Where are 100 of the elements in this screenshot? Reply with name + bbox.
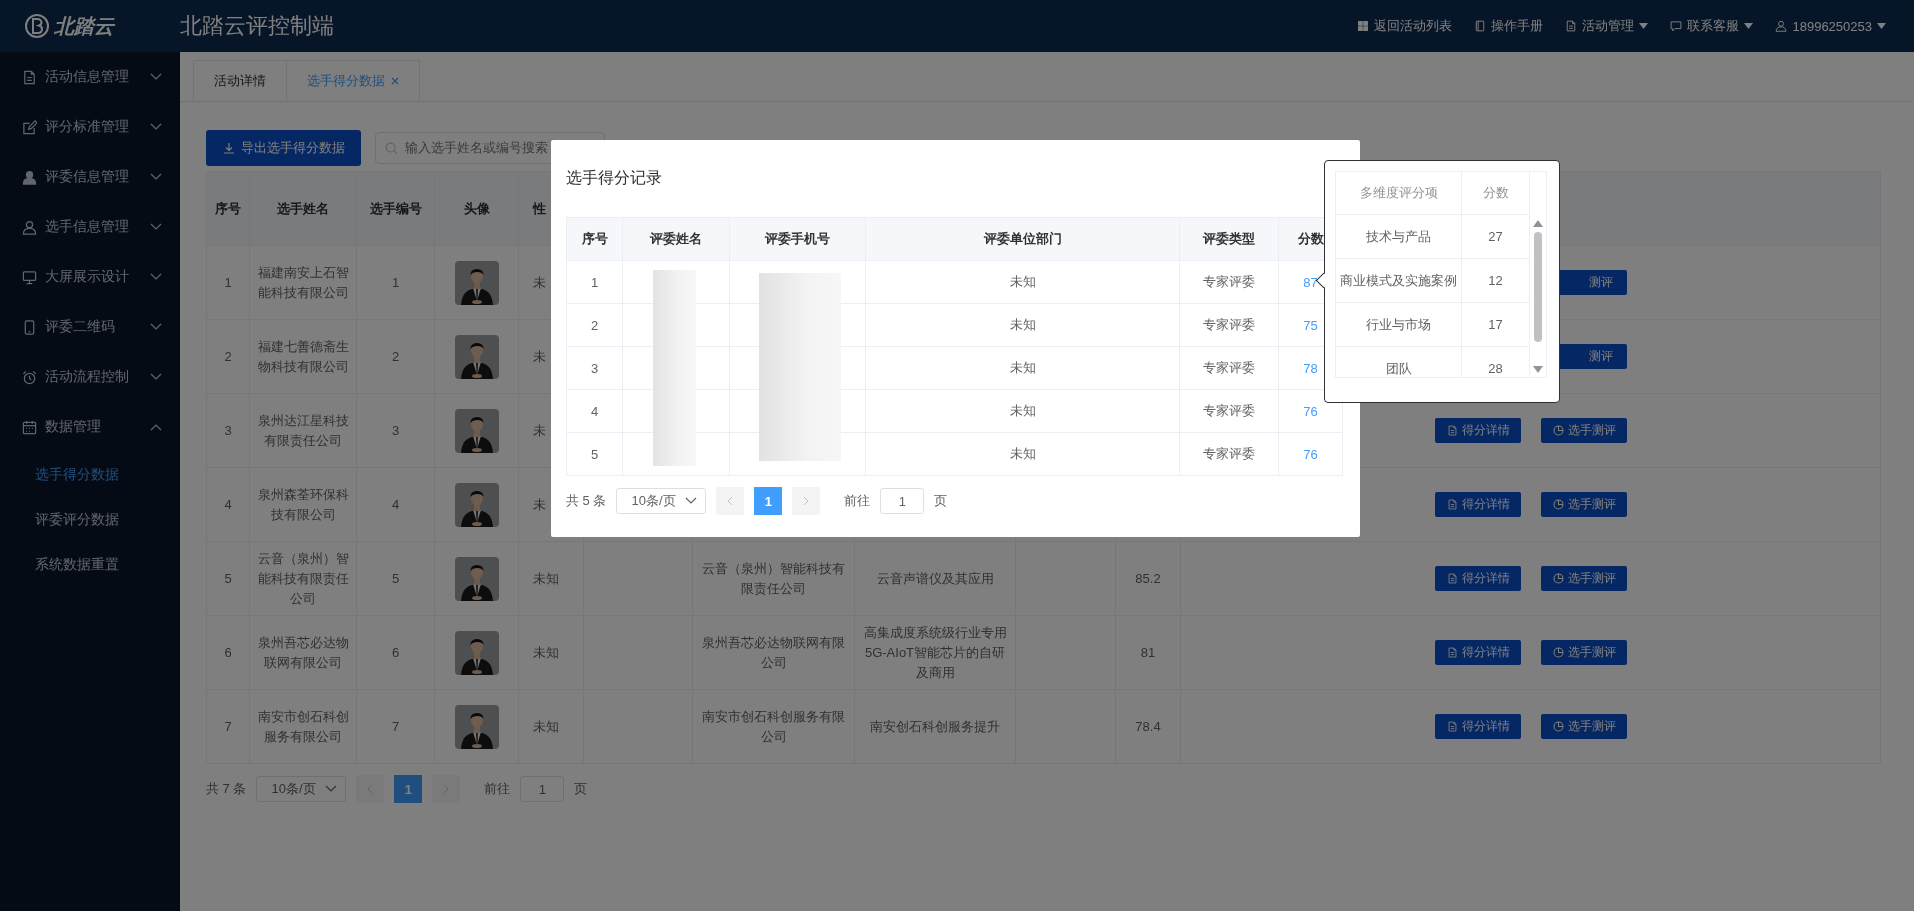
- table-cell: 6: [357, 616, 435, 690]
- table-cell: 2: [207, 320, 250, 394]
- tab[interactable]: 活动详情: [193, 60, 287, 101]
- table-cell: 4: [567, 390, 623, 433]
- total-count: 共 7 条: [206, 780, 247, 798]
- search-field[interactable]: 输入选手姓名或编号搜索: [375, 131, 605, 164]
- score-detail-button[interactable]: 得分详情: [1435, 640, 1521, 665]
- score-link[interactable]: 76: [1303, 403, 1318, 419]
- score-detail-button[interactable]: 得分详情: [1435, 418, 1521, 443]
- table-cell: 3: [567, 347, 623, 390]
- table-cell: 未知: [866, 347, 1180, 390]
- table-cell: 12: [1462, 259, 1530, 303]
- table-cell: 未知: [519, 542, 584, 616]
- score-link[interactable]: 87: [1303, 274, 1318, 290]
- table-cell: 福建七善德斋生物科技有限公司: [250, 320, 357, 394]
- score-link[interactable]: 76: [1303, 446, 1318, 462]
- table-cell: 3: [207, 394, 250, 468]
- tab[interactable]: 选手得分数据: [286, 60, 420, 101]
- score-detail-button[interactable]: 得分详情: [1435, 566, 1521, 591]
- nav-link[interactable]: 活动管理: [1565, 17, 1649, 35]
- sidebar-subitem[interactable]: 系统数据重置: [0, 542, 180, 587]
- page-size-select[interactable]: 10条/页: [256, 776, 347, 802]
- table-cell: 高集成度系统级行业专用5G-AIoT智能芯片的自研及商用: [855, 616, 1016, 690]
- table-cell: 27: [1462, 215, 1530, 259]
- table-cell: 南安创石科创服务提升: [855, 690, 1016, 764]
- table-cell: 2: [357, 320, 435, 394]
- column-header: 选手编号: [357, 172, 435, 246]
- sidebar-item[interactable]: 活动信息管理: [0, 52, 180, 102]
- sidebar-item[interactable]: 活动流程控制: [0, 352, 180, 402]
- column-header: 评委单位部门: [866, 218, 1180, 261]
- evaluate-button[interactable]: 选手测评: [1541, 566, 1627, 591]
- table-cell: 专家评委: [1180, 433, 1279, 476]
- table-cell: 南安市创石科创服务有限公司: [693, 690, 855, 764]
- table-cell: 泉州吾芯必达物联网有限公司: [250, 616, 357, 690]
- table-cell: 28: [1462, 347, 1530, 377]
- table-cell: 7: [207, 690, 250, 764]
- table-cell: 专家评委: [1180, 347, 1279, 390]
- table-cell: 福建南安上石智能科技有限公司: [250, 246, 357, 320]
- evaluate-button[interactable]: 选手测评: [1541, 492, 1627, 517]
- goto-page-field[interactable]: 1: [520, 776, 565, 802]
- table-cell: 未知: [866, 261, 1180, 304]
- table-cell: 81: [1116, 616, 1181, 690]
- sidebar-item[interactable]: 评委信息管理: [0, 152, 180, 202]
- sidebar-subitem[interactable]: 评委评分数据: [0, 497, 180, 542]
- sidebar-subitem[interactable]: 选手得分数据: [0, 452, 180, 497]
- sidebar-item[interactable]: 数据管理: [0, 402, 180, 452]
- table-cell: 6: [207, 616, 250, 690]
- table-cell: 团队: [1336, 347, 1462, 377]
- column-header: 多维度评分项: [1336, 172, 1462, 215]
- column-header: 序号: [567, 218, 623, 261]
- table-cell: 南安市创石科创服务有限公司: [250, 690, 357, 764]
- sidebar-item[interactable]: 选手信息管理: [0, 202, 180, 252]
- table-cell: 3: [357, 394, 435, 468]
- score-link[interactable]: 78: [1303, 360, 1318, 376]
- score-detail-button[interactable]: 得分详情: [1435, 714, 1521, 739]
- column-header: 头像: [435, 172, 519, 246]
- table-cell: 2: [567, 304, 623, 347]
- table-cell: 未知: [866, 304, 1180, 347]
- table-cell: 泉州森荃环保科技有限公司: [250, 468, 357, 542]
- table-cell: 5: [357, 542, 435, 616]
- table-cell: 1: [567, 261, 623, 304]
- nav-link[interactable]: 操作手册: [1474, 17, 1544, 35]
- export-button[interactable]: 导出选手得分数据: [206, 129, 361, 166]
- logo-text: 北踏云: [54, 13, 114, 39]
- nav-link[interactable]: 返回活动列表: [1357, 17, 1453, 35]
- table-cell: 泉州吾芯必达物联网有限公司: [693, 616, 855, 690]
- column-header: 分数: [1462, 172, 1530, 215]
- nav-link[interactable]: 18996250253: [1775, 17, 1886, 35]
- evaluate-button[interactable]: 选手测评: [1541, 714, 1627, 739]
- table-cell: 5: [207, 542, 250, 616]
- nav-link[interactable]: 联系客服: [1670, 17, 1754, 35]
- score-link[interactable]: 75: [1303, 317, 1318, 333]
- sidebar-item[interactable]: 大屏展示设计: [0, 252, 180, 302]
- table-cell: 4: [357, 468, 435, 542]
- table-cell: 云音（泉州）智能科技有限责任公司: [693, 542, 855, 616]
- sidebar-item[interactable]: 评分标准管理: [0, 102, 180, 152]
- page-suffix: 页: [574, 780, 588, 798]
- table-cell: 17: [1462, 303, 1530, 347]
- table-cell: 78.4: [1116, 690, 1181, 764]
- table-cell: 技术与产品: [1336, 215, 1462, 259]
- sidebar-item[interactable]: 评委二维码: [0, 302, 180, 352]
- table-cell: 7: [357, 690, 435, 764]
- table-cell: 云音声谱仪及其应用: [855, 542, 1016, 616]
- app-title: 北踏云评控制端: [180, 12, 334, 40]
- table-cell: 专家评委: [1180, 390, 1279, 433]
- score-detail-button[interactable]: 得分详情: [1435, 492, 1521, 517]
- page-size-select[interactable]: 10条/页: [616, 488, 707, 514]
- column-header: 评委手机号: [730, 218, 866, 261]
- page-number[interactable]: 1: [394, 775, 423, 803]
- goto-page-field[interactable]: 1: [880, 488, 925, 514]
- table-cell: 4: [207, 468, 250, 542]
- table-cell: 专家评委: [1180, 261, 1279, 304]
- evaluate-button[interactable]: 选手测评: [1541, 640, 1627, 665]
- page-number[interactable]: 1: [754, 487, 783, 515]
- table-cell: 云音（泉州）智能科技有限责任公司: [250, 542, 357, 616]
- table-cell: 85.2: [1116, 542, 1181, 616]
- table-cell: 5: [567, 433, 623, 476]
- evaluate-button[interactable]: 选手测评: [1541, 418, 1627, 443]
- table-cell: 商业模式及实施案例: [1336, 259, 1462, 303]
- column-header: 选手姓名: [250, 172, 357, 246]
